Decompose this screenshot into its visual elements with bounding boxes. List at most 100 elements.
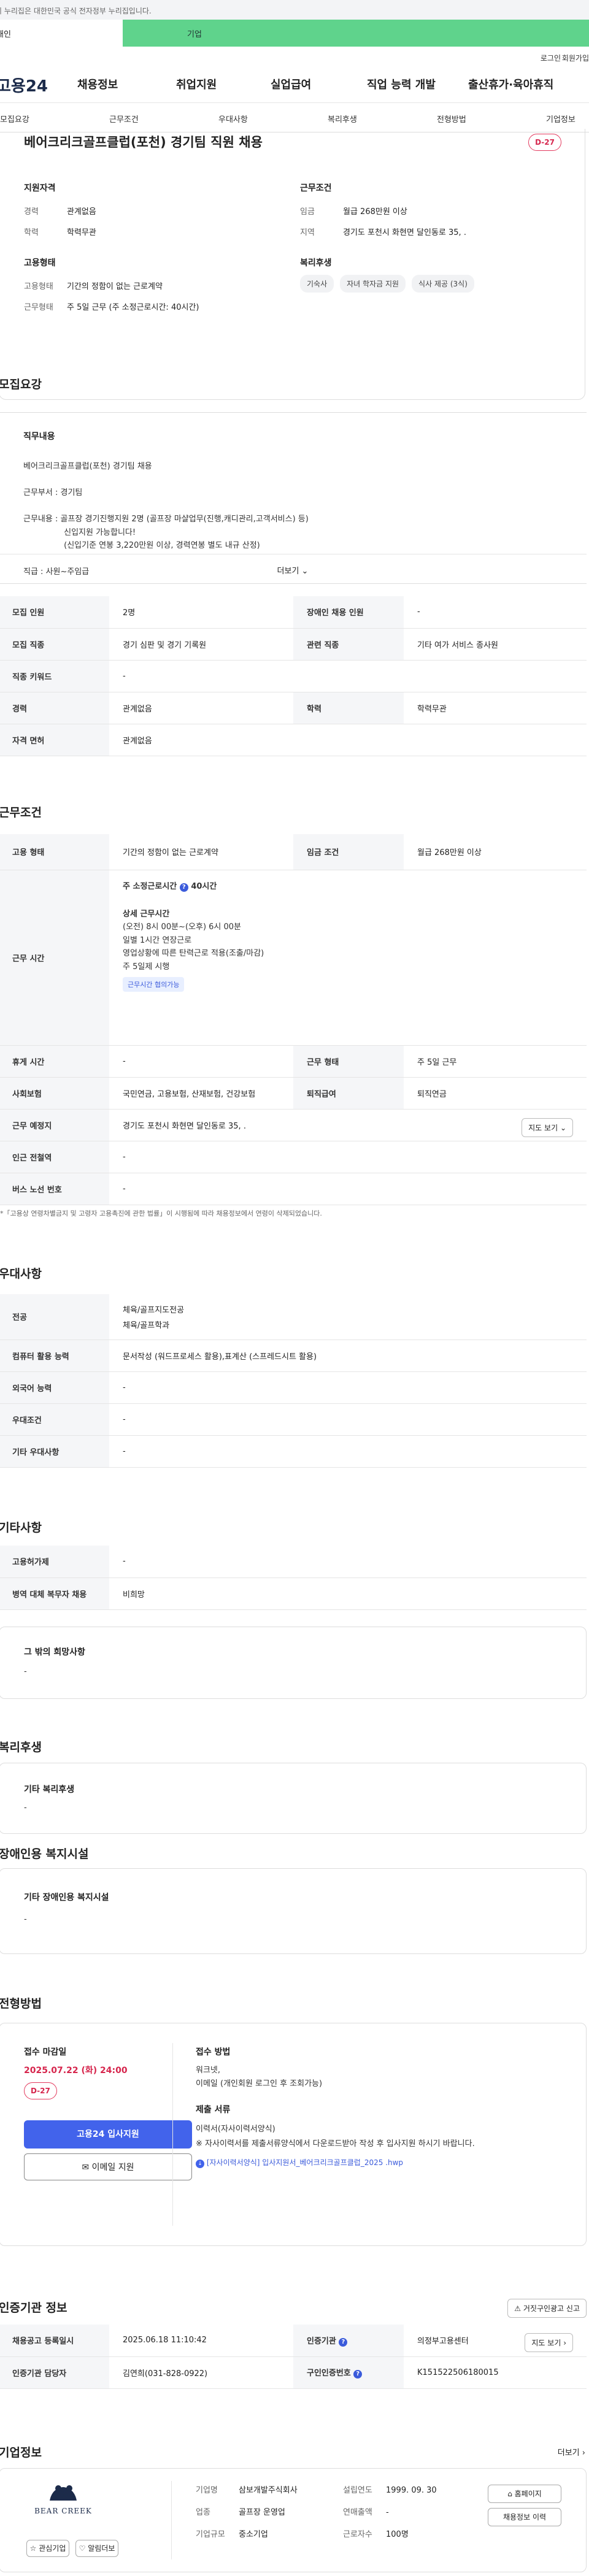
table-row: 근무 시간 주 소정근로시간 ? 40시간 상세 근무시간 (오전) 8시 00… xyxy=(0,870,587,1046)
company-box: BEAR CREEK ☆ 관심기업 ♡ 알림더보 기업명 삼보개발주식회사 업종 골… xyxy=(0,2468,587,2572)
interest-button[interactable]: ☆ 관심기업 xyxy=(26,2540,69,2557)
table-row: 전공 체육/골프지도전공 체육/골프학과 xyxy=(0,1294,587,1340)
map-button[interactable]: 지도 보기 ⌄ xyxy=(522,1117,573,1137)
welfare-title: 복리후생 xyxy=(300,258,332,268)
menu-training[interactable]: 직업 능력 개발 xyxy=(367,76,436,92)
tab-personal[interactable]: 개인 xyxy=(0,20,123,47)
download-file-link[interactable]: ↓ [자사이력서양식] 입사지원서_베어크리크골프클럽_2025 .hwp xyxy=(196,2157,403,2168)
process-dday: D-27 xyxy=(24,2082,57,2099)
agency-heading: 인증기관 정보 xyxy=(0,2301,67,2315)
homepage-button[interactable]: ⌂ 홈페이지 xyxy=(488,2485,561,2503)
help-icon[interactable]: ? xyxy=(179,883,188,892)
download-icon: ↓ xyxy=(196,2160,204,2168)
career-row: 경력 관계없음 xyxy=(24,207,96,217)
table-row: 외국어 능력 - xyxy=(0,1371,587,1404)
job-summary-card: 베어크리크골프클럽(포천) 경기팀 직원 채용 D-27 지원자격 경력 관계없음… xyxy=(0,129,585,400)
anchor-process[interactable]: 전형방법 xyxy=(437,113,466,125)
apply-button[interactable]: 고용24 입사지원 xyxy=(24,2120,192,2149)
help-icon: ? xyxy=(339,2337,348,2347)
weekly-hours: 주 소정근로시간 ? 40시간 xyxy=(123,881,217,892)
etc-box: 그 밖의 희망사항 - xyxy=(0,1627,587,1699)
workhrs-row: 근무형태 주 5일 근무 (주 소정근로시간: 40시간) xyxy=(24,303,199,312)
work-table: 고용 형태 기간의 정함이 없는 근로계약 임금 조건 월급 268만원 이상 근무 … xyxy=(0,834,587,1205)
menu-leave[interactable]: 출산휴가·육아휴직 xyxy=(468,76,553,92)
more-button[interactable]: 더보기 ⌄ xyxy=(0,554,587,583)
divider xyxy=(172,2043,173,2226)
region-row: 지역 경기도 포천시 화현면 달인동로 35, . xyxy=(300,228,466,237)
utility-bar: 로그인 회원가입 xyxy=(0,47,589,65)
table-row: 모집 직종 경기 심판 및 경기 기록원 관련 직종 기타 여가 서비스 종사원 xyxy=(0,628,587,661)
table-row: 채용공고 등록일시 2025.06.18 11:10:42 인증기관 ? 의정부고용센… xyxy=(0,2325,587,2357)
menu-employment-support[interactable]: 취업지원 xyxy=(176,76,217,92)
table-row: 병역 대체 복무자 채용 비희망 xyxy=(0,1577,587,1610)
job-description-box: 직무내용 베어크리크골프클럽(포천) 경기팀 채용 근무부서 : 경기팀 근무내… xyxy=(0,412,587,584)
agency-map-button[interactable]: 지도 보기 › xyxy=(525,2333,573,2352)
tab-company[interactable]: 기업 xyxy=(123,20,589,47)
work-heading: 근무조건 xyxy=(0,806,42,819)
table-row: 우대조건 - xyxy=(0,1403,587,1436)
company-field: 업종 골프장 운영업 xyxy=(196,2508,285,2517)
company-field: 기업명 삼보개발주식회사 xyxy=(196,2486,298,2495)
login-link[interactable]: 로그인 xyxy=(541,53,561,63)
anchor-pref[interactable]: 우대사항 xyxy=(218,113,248,125)
emptype-row: 고용형태 기간의 정함이 없는 근로계약 xyxy=(24,282,163,291)
table-row: 근무 예정지 경기도 포천시 화현면 달인동로 35, . 지도 보기 ⌄ xyxy=(0,1109,587,1141)
edu-row: 학력 학력무관 xyxy=(24,228,96,237)
table-row: 고용 형태 기간의 정함이 없는 근로계약 임금 조건 월급 268만원 이상 xyxy=(0,834,587,870)
email-apply-button[interactable]: ✉ 이메일 지원 xyxy=(24,2153,192,2180)
anchor-welfare[interactable]: 복리후생 xyxy=(328,113,357,125)
disabled-box: 기타 장애인용 복지시설 - xyxy=(0,1868,587,1954)
welfare-chip: 식사 제공 (3식) xyxy=(412,275,474,293)
table-row: 자격 면허 관계없음 xyxy=(0,724,587,756)
welfare-box: 기타 복리후생 - xyxy=(0,1763,587,1834)
welfare-chip: 기숙사 xyxy=(300,275,334,293)
process-box: 접수 마감일 2025.07.22 (화) 24:00 D-27 고용24 입사… xyxy=(0,2023,587,2246)
gov-banner: 이 누리집은 대한민국 공식 전자정부 누리집입니다. xyxy=(0,0,589,20)
table-row: 모집 인원 2명 장애인 채용 인원 - xyxy=(0,596,587,629)
company-heading: 기업정보 xyxy=(0,2446,42,2459)
menu-jobs[interactable]: 채용정보 xyxy=(77,76,118,92)
site-logo[interactable]: 고용24 xyxy=(0,74,48,96)
table-row: 인근 전철역 - xyxy=(0,1141,587,1173)
table-row: 버스 노선 번호 - xyxy=(0,1173,587,1205)
history-button[interactable]: 채용정보 이력 xyxy=(488,2508,561,2526)
join-link[interactable]: 회원가입 xyxy=(562,53,589,63)
table-row: 사회보험 국민연금, 고용보험, 산재보험, 건강보험 퇴직급여 퇴직연금 xyxy=(0,1077,587,1110)
emp-title: 고용형태 xyxy=(24,258,56,268)
anchor-company[interactable]: 기업정보 xyxy=(546,113,576,125)
etc-heading: 기타사항 xyxy=(0,1521,42,1535)
table-row: 휴게 시간 - 근무 형태 주 5일 근무 xyxy=(0,1045,587,1078)
pref-table: 전공 체육/골프지도전공 체육/골프학과 컴퓨터 활용 능력 문서작성 (워드프로세스… xyxy=(0,1294,587,1468)
report-icon: ⚠ xyxy=(514,2304,522,2313)
table-row: 인증기관 담당자 김연희(031-828-0922) 구인인증번호 ? K151522… xyxy=(0,2356,587,2389)
process-heading: 전형방법 xyxy=(0,1997,42,2011)
anchor-nav: 모집요강 근무조건 우대사항 복리후생 전형방법 기업정보 xyxy=(0,103,589,132)
welfare-chips: 기숙사 자녀 학자금 지원 식사 제공 (3식) xyxy=(300,275,480,293)
anchor-work[interactable]: 근무조건 xyxy=(109,113,139,125)
wage-row: 임금 월급 268만원 이상 xyxy=(300,207,407,217)
report-button[interactable]: ⚠ 거짓구인광고 신고 xyxy=(507,2299,587,2318)
welfare-chip: 자녀 학자금 지원 xyxy=(340,275,406,293)
job-title: 베어크리크골프클럽(포천) 경기팀 직원 채용 xyxy=(24,135,263,150)
welfare-heading: 복리후생 xyxy=(0,1741,42,1754)
company-field: 기업규모 중소기업 xyxy=(196,2530,268,2539)
alarm-button[interactable]: ♡ 알림더보 xyxy=(75,2540,118,2557)
anchor-recruit[interactable]: 모집요강 xyxy=(0,113,29,125)
pref-heading: 우대사항 xyxy=(0,1267,42,1281)
divider xyxy=(171,2481,172,2559)
global-nav: 고용24 채용정보 취업지원 실업급여 직업 능력 개발 출산휴가·육아휴직 xyxy=(0,65,589,103)
desc-title: 직무내용 xyxy=(23,432,55,442)
cond-title: 근무조건 xyxy=(300,183,332,193)
agency-table: 채용공고 등록일시 2025.06.18 11:10:42 인증기관 ? 의정부고용센… xyxy=(0,2325,587,2389)
menu-unemployment[interactable]: 실업급여 xyxy=(271,76,311,92)
time-badge: 근무시간 협의가능 xyxy=(123,977,185,992)
company-more-link[interactable]: 더보기 › xyxy=(558,2446,585,2458)
company-field: 연매출액 - xyxy=(343,2508,389,2517)
table-row: 고용허가제 - xyxy=(0,1546,587,1578)
company-field: 근로자수 100명 xyxy=(343,2530,409,2539)
disabled-heading: 장애인용 복지시설 xyxy=(0,1847,89,1861)
dday-badge: D-27 xyxy=(528,134,561,151)
deadline: 2025.07.22 (화) 24:00 xyxy=(24,2066,128,2076)
help-icon: ? xyxy=(353,2370,363,2379)
recruit-heading: 모집요강 xyxy=(0,378,42,391)
